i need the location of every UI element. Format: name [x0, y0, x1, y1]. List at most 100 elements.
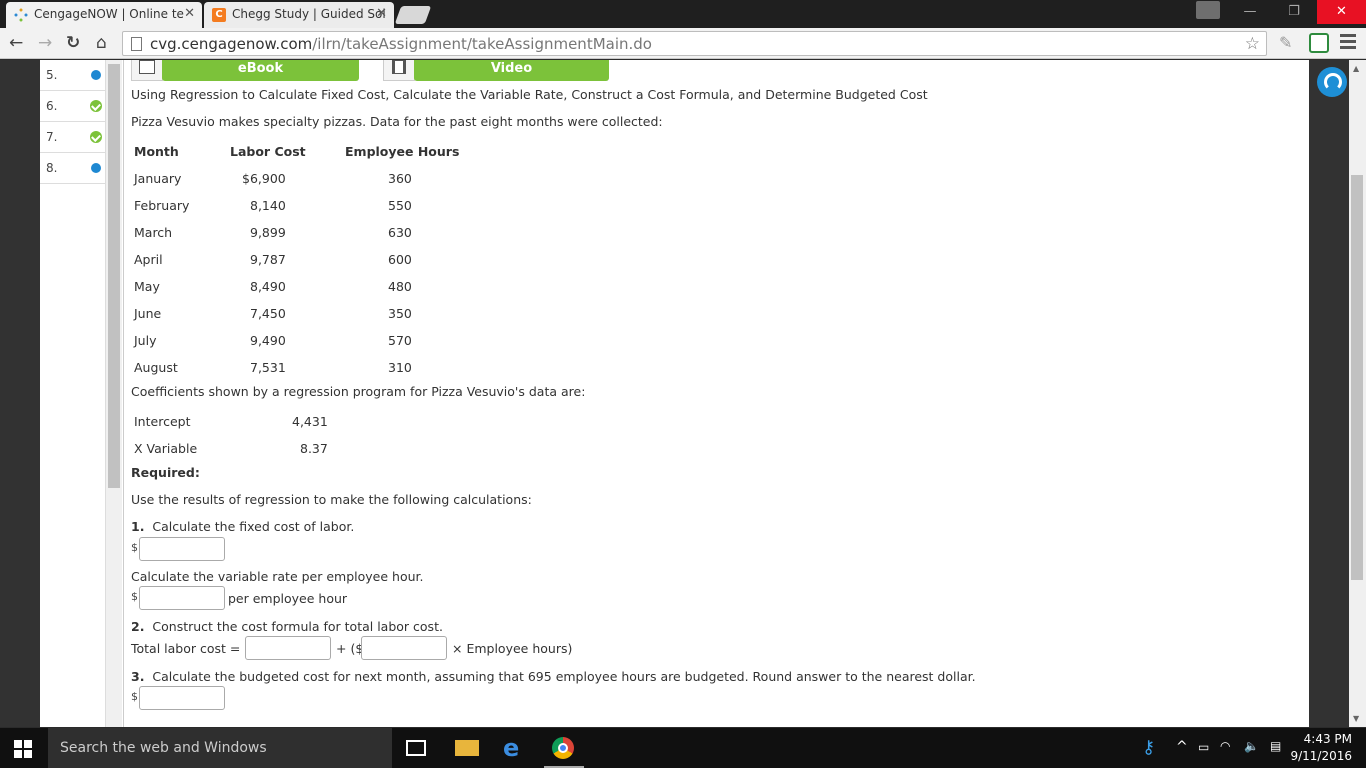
chrome-icon[interactable]: [552, 737, 574, 759]
table-cell-hours: 360: [388, 171, 412, 186]
table-cell-month: August: [134, 360, 178, 375]
table-cell-cost: 9,899: [250, 225, 286, 240]
coef-label: Intercept: [134, 414, 191, 429]
coefficients-intro: Coefficients shown by a regression progr…: [131, 384, 586, 399]
wifi-icon[interactable]: ◠: [1220, 739, 1230, 753]
table-cell-month: July: [134, 333, 157, 348]
video-button[interactable]: Video: [383, 60, 609, 81]
table-header: Employee Hours: [345, 144, 460, 159]
task-view-icon[interactable]: [406, 740, 426, 756]
bookmark-star-icon[interactable]: ☆: [1245, 34, 1260, 54]
table-cell-cost: 9,787: [250, 252, 286, 267]
question-nav-item[interactable]: 7.: [40, 122, 106, 153]
table-cell-month: March: [134, 225, 173, 240]
table-cell-hours: 570: [388, 333, 412, 348]
table-cell-hours: 630: [388, 225, 412, 240]
new-tab-button[interactable]: [394, 6, 432, 24]
in-progress-dot-icon: [91, 163, 101, 173]
extension-shield-icon[interactable]: [1309, 33, 1329, 53]
restore-button[interactable]: ❐: [1272, 0, 1316, 24]
action-center-icon[interactable]: ▤: [1270, 739, 1281, 753]
ebook-button[interactable]: eBook: [131, 60, 359, 81]
scroll-down-icon[interactable]: ▼: [1353, 714, 1359, 723]
nav-scrollbar[interactable]: [106, 60, 122, 727]
close-tab-icon[interactable]: ✕: [376, 6, 387, 21]
reload-icon[interactable]: ↻: [66, 33, 80, 53]
back-arrow-icon[interactable]: ←: [9, 33, 23, 53]
browser-titlebar: CengageNOW | Online te ✕ C Chegg Study |…: [0, 0, 1366, 28]
fixed-cost-input[interactable]: [139, 537, 225, 561]
table-header: Month: [134, 144, 179, 159]
tab-chegg[interactable]: C Chegg Study | Guided Sol ✕: [204, 2, 394, 28]
formula-times: × Employee hours): [452, 641, 573, 656]
windows-taskbar: Search the web and Windows e ⚷ ^ ▭ ◠ 🔈 ▤…: [0, 728, 1366, 768]
table-cell-cost: 9,490: [250, 333, 286, 348]
question-nav-item[interactable]: 5.: [40, 60, 106, 91]
user-profile-icon[interactable]: [1196, 1, 1220, 19]
battery-icon[interactable]: ▭: [1198, 740, 1209, 754]
table-cell-hours: 600: [388, 252, 412, 267]
check-icon: [90, 100, 102, 112]
page-content: 5. 6. 7. 8. eBook Video Using Regression…: [0, 60, 1366, 727]
clock-time[interactable]: 4:43 PM: [1290, 732, 1352, 746]
question-2: 2. Construct the cost formula for total …: [131, 619, 443, 634]
cost-formula-row: Total labor cost = $ + ($ × Employee hou…: [131, 636, 631, 660]
formula-label: Total labor cost = $: [131, 641, 253, 656]
table-cell-month: February: [134, 198, 190, 213]
problem-title: Using Regression to Calculate Fixed Cost…: [131, 87, 928, 102]
forward-arrow-icon[interactable]: →: [38, 33, 52, 53]
taskbar-search[interactable]: Search the web and Windows: [48, 728, 392, 768]
coef-value: 4,431: [292, 414, 328, 429]
address-bar[interactable]: cvg.cengagenow.com/ilrn/takeAssignment/t…: [122, 31, 1267, 56]
left-margin: [0, 60, 40, 727]
check-icon: [90, 131, 102, 143]
formula-fixed-input[interactable]: [245, 636, 331, 660]
minimize-button[interactable]: —: [1230, 0, 1270, 24]
page-scrollbar[interactable]: ▲ ▼: [1349, 60, 1366, 727]
table-cell-month: May: [134, 279, 160, 294]
browser-menu-icon[interactable]: [1340, 34, 1356, 52]
windows-start-icon[interactable]: [14, 740, 32, 758]
book-icon: [139, 60, 155, 74]
formula-rate-input[interactable]: [361, 636, 447, 660]
table-cell-cost: 7,450: [250, 306, 286, 321]
home-icon[interactable]: ⌂: [96, 33, 107, 53]
scrollbar-thumb[interactable]: [1351, 175, 1363, 580]
budgeted-cost-input[interactable]: [139, 686, 225, 710]
film-icon: [392, 60, 406, 74]
volume-icon[interactable]: 🔈: [1244, 739, 1259, 753]
url-text: cvg.cengagenow.com/ilrn/takeAssignment/t…: [150, 35, 652, 53]
question-nav-item[interactable]: 6.: [40, 91, 106, 122]
table-cell-cost: $6,900: [242, 171, 286, 186]
scroll-up-icon[interactable]: ▲: [1353, 64, 1359, 73]
edge-browser-icon[interactable]: e: [503, 736, 527, 760]
support-headset-icon[interactable]: [1317, 67, 1347, 97]
fixed-cost-row: $: [131, 537, 331, 561]
extension-pen-icon[interactable]: ✎: [1279, 33, 1299, 53]
table-cell-cost: 8,490: [250, 279, 286, 294]
network-key-icon[interactable]: ⚷: [1142, 737, 1166, 759]
table-header: Labor Cost: [230, 144, 306, 159]
close-window-button[interactable]: ✕: [1317, 0, 1366, 24]
table-cell-month: January: [134, 171, 182, 186]
budgeted-cost-row: $: [131, 686, 331, 710]
variable-rate-input[interactable]: [139, 586, 225, 610]
clock-date[interactable]: 9/11/2016: [1288, 749, 1352, 763]
table-cell-hours: 480: [388, 279, 412, 294]
problem-intro: Pizza Vesuvio makes specialty pizzas. Da…: [131, 114, 663, 129]
formula-plus: + ($: [336, 641, 364, 656]
table-cell-month: April: [134, 252, 163, 267]
question-3: 3. Calculate the budgeted cost for next …: [131, 669, 976, 684]
table-cell-cost: 8,140: [250, 198, 286, 213]
variable-rate-question: Calculate the variable rate per employee…: [131, 569, 424, 584]
table-cell-month: June: [134, 306, 162, 321]
in-progress-dot-icon: [91, 70, 101, 80]
file-explorer-icon[interactable]: [455, 740, 479, 756]
table-cell-cost: 7,531: [250, 360, 286, 375]
instruction-text: Use the results of regression to make th…: [131, 492, 532, 507]
close-tab-icon[interactable]: ✕: [184, 6, 195, 21]
show-hidden-icons-icon[interactable]: ^: [1176, 739, 1188, 755]
question-nav-item[interactable]: 8.: [40, 153, 106, 184]
browser-toolbar: ← → ↻ ⌂ cvg.cengagenow.com/ilrn/takeAssi…: [0, 28, 1366, 59]
tab-cengagenow[interactable]: CengageNOW | Online te ✕: [6, 2, 202, 28]
